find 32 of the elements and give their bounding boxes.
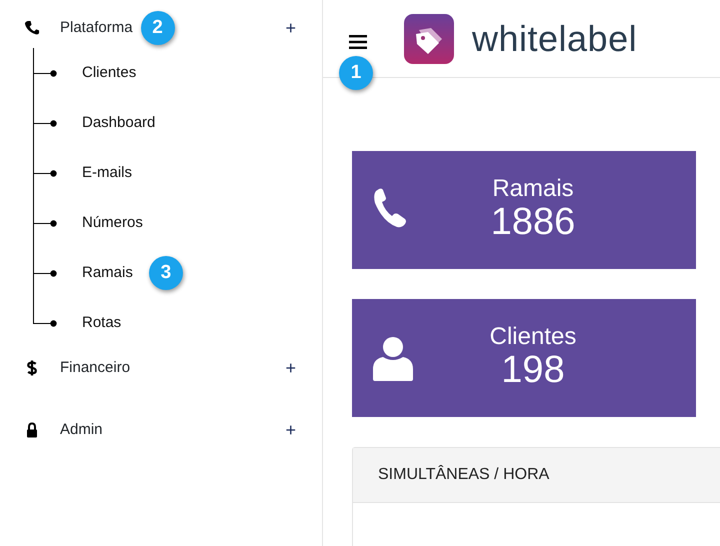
stat-value: 1886 (490, 202, 576, 244)
expand-toggle[interactable]: + (283, 421, 298, 439)
submenu-item[interactable]: Clientes (82, 62, 136, 84)
logo-icon (404, 14, 454, 64)
submenu-item[interactable]: Dashboard (82, 112, 156, 134)
tree-branch (33, 170, 57, 176)
stat-value: 198 (501, 350, 565, 392)
tree-branch (33, 320, 57, 326)
step-badge: 2 (140, 11, 175, 45)
expand-toggle[interactable]: + (283, 359, 298, 377)
step-badge: 1 (339, 56, 373, 90)
tree-branch (33, 70, 57, 76)
submenu-item[interactable]: Ramais (82, 262, 133, 284)
tree-branch (33, 270, 57, 276)
menu-item[interactable]: Admin (60, 418, 103, 442)
lock-icon (24, 422, 40, 438)
submenu-item[interactable]: E-mails (82, 162, 132, 184)
stat-title: Clientes (490, 324, 576, 350)
submenu-item[interactable]: Números (82, 212, 143, 234)
tree-branch (33, 220, 57, 226)
menu-item[interactable]: Plataforma (60, 16, 133, 40)
person-icon (370, 335, 416, 381)
stat-title: Ramais (492, 176, 574, 202)
step-badge: 3 (148, 256, 183, 290)
tree-branch (33, 120, 57, 126)
submenu-item[interactable]: Rotas (82, 312, 122, 334)
menu-item[interactable]: Financeiro (60, 356, 130, 380)
logo-text: whitelabel (472, 16, 638, 60)
dollar-icon (24, 360, 40, 376)
phone-icon (24, 20, 40, 36)
panel-title: SIMULTÂNEAS / HORA (378, 464, 550, 485)
expand-toggle[interactable]: + (283, 19, 298, 37)
